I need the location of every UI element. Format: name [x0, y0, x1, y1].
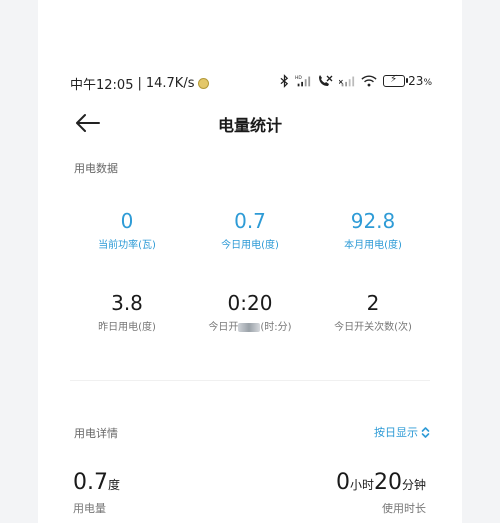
month-usage-stat: 92.8 本月用电(度): [313, 208, 433, 253]
usage-minutes-unit: 分钟: [401, 478, 426, 492]
call-icon: [319, 75, 333, 86]
yesterday-usage-label: 昨日用电(度): [98, 322, 156, 333]
usage-amount-stat: 0.7度 用电量: [73, 470, 120, 516]
usage-detail-section-label: 用电详情: [74, 427, 118, 440]
today-on-time-label: 今日开 (时:分): [208, 322, 292, 333]
display-mode-label: 按日显示: [374, 426, 418, 439]
signal-icon: [339, 76, 355, 87]
up-down-chevron-icon: [421, 426, 430, 438]
status-bar: 中午12:05 | 14.7K/s HD ⚡ 23%: [70, 74, 432, 93]
status-left: 中午12:05 | 14.7K/s: [70, 74, 210, 93]
today-switch-count-stat: 2 今日开关次数(次): [313, 290, 433, 335]
section-divider: [70, 380, 430, 381]
svg-text:HD: HD: [295, 75, 302, 81]
battery-body: ⚡: [383, 74, 409, 87]
battery-icon: ⚡ 23%: [383, 74, 432, 88]
status-right: HD ⚡ 23%: [280, 74, 432, 88]
usage-amount-unit: 度: [108, 478, 121, 492]
today-on-time-stat: 0:20 今日开 (时:分): [190, 290, 310, 335]
status-separator: |: [137, 76, 142, 91]
hd-signal-icon: HD: [295, 75, 311, 87]
usage-duration-stat: 0小时20分钟 使用时长: [336, 470, 426, 516]
usage-detail-header: 用电详情 按日显示: [70, 425, 430, 441]
status-speed: 14.7K/s: [145, 76, 195, 91]
power-data-section-label: 用电数据: [74, 162, 118, 175]
usage-hours-unit: 小时: [349, 478, 374, 492]
notification-dot-icon: [198, 78, 210, 89]
today-switch-count-label: 今日开关次数(次): [334, 322, 412, 333]
usage-amount-value: 0.7: [73, 470, 108, 495]
current-power-label: 当前功率(瓦): [98, 240, 156, 251]
display-mode-selector[interactable]: 按日显示: [374, 424, 430, 440]
battery-percent: 23%: [408, 74, 432, 88]
current-power-value: 0: [120, 209, 134, 233]
today-usage-value: 0.7: [234, 209, 266, 233]
page-header: 电量统计: [70, 108, 430, 138]
status-time: 中午12:05: [70, 78, 134, 93]
page-title: 电量统计: [217, 116, 282, 135]
yesterday-usage-stat: 3.8 昨日用电(度): [67, 290, 187, 335]
usage-amount-label: 用电量: [73, 502, 106, 515]
today-switch-count-value: 2: [366, 291, 380, 315]
wifi-icon: [361, 75, 377, 87]
month-usage-label: 本月用电(度): [344, 240, 402, 251]
today-usage-stat: 0.7 今日用电(度): [190, 208, 310, 253]
current-power-stat: 0 当前功率(瓦): [67, 208, 187, 253]
month-usage-value: 92.8: [350, 209, 396, 233]
yesterday-usage-value: 3.8: [111, 291, 143, 315]
usage-duration-label: 使用时长: [382, 502, 426, 515]
usage-minutes-value: 20: [373, 470, 402, 495]
today-usage-label: 今日用电(度): [221, 240, 279, 251]
bluetooth-icon: [280, 74, 289, 88]
obscured-text: [238, 322, 261, 332]
today-on-time-value: 0:20: [227, 291, 273, 315]
usage-hours-value: 0: [335, 470, 350, 495]
